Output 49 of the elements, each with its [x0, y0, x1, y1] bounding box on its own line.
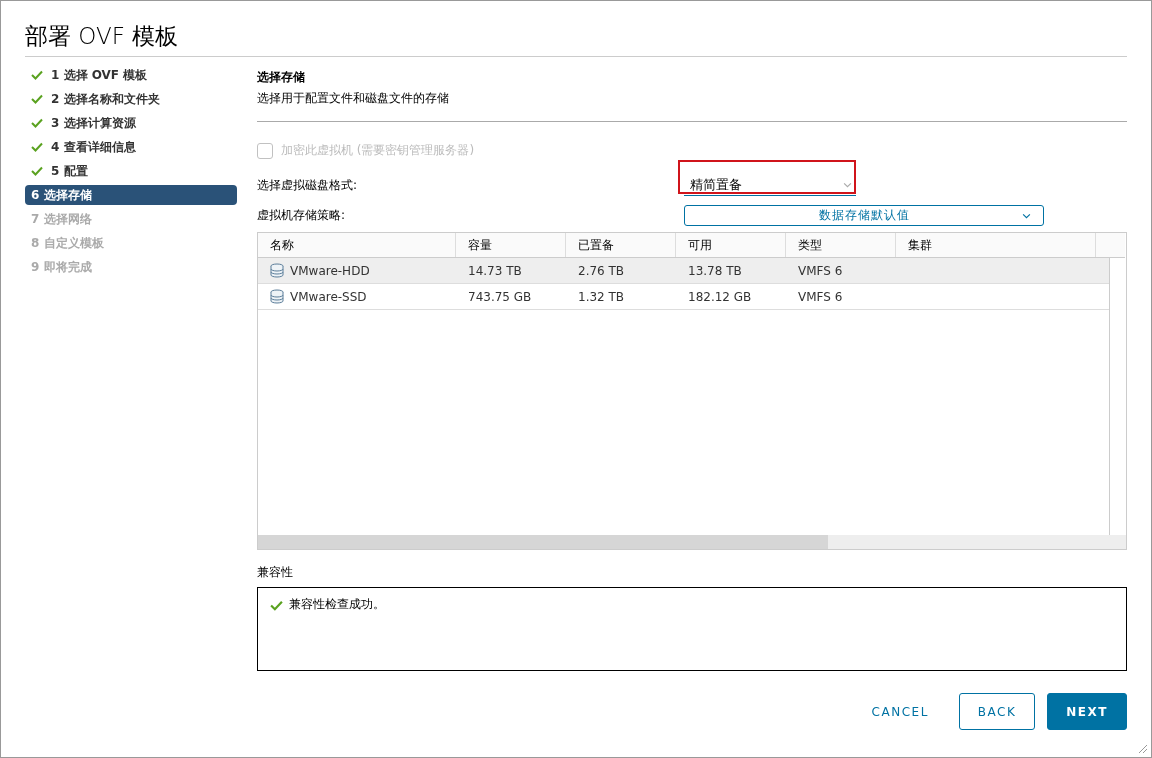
table-cell: 743.75 GB	[468, 289, 532, 304]
wizard-step[interactable]: 6 选择存储	[25, 185, 237, 205]
column-header[interactable]: 类型	[786, 233, 896, 257]
database-icon	[270, 289, 284, 304]
table-row[interactable]: VMware-HDD 14.73 TB 2.76 TB 13.78 TB VMFS 6	[258, 258, 1109, 284]
horizontal-scrollbar[interactable]	[258, 535, 1126, 549]
check-icon	[31, 142, 43, 152]
database-icon	[270, 263, 284, 278]
column-header[interactable]: 可用	[676, 233, 786, 257]
table-cell: 2.76 TB	[578, 263, 625, 278]
table-cell: VMFS 6	[798, 263, 843, 278]
check-icon	[31, 118, 43, 128]
next-button[interactable]: NEXT	[1047, 693, 1127, 730]
wizard-step[interactable]: 2 选择名称和文件夹	[25, 89, 237, 109]
wizard-step[interactable]: 1 选择 OVF 模板	[25, 65, 237, 85]
column-header[interactable]: 容量	[456, 233, 566, 257]
table-cell: 1.32 TB	[578, 289, 625, 304]
table-cell: VMware-SSD	[290, 289, 367, 304]
field-label: 选择虚拟磁盘格式:	[257, 176, 359, 194]
page-heading: 选择存储	[257, 69, 306, 86]
cancel-button[interactable]: CANCEL	[853, 693, 947, 730]
table-cell: VMFS 6	[798, 289, 843, 304]
table-cell: 14.73 TB	[468, 263, 522, 278]
column-header[interactable]: 集群	[896, 233, 1096, 257]
checkbox-label: 加密此虚拟机 (需要密钥管理服务器)	[281, 142, 475, 159]
check-icon	[31, 70, 43, 80]
check-icon	[31, 166, 43, 176]
wizard-step[interactable]: 4 查看详细信息	[25, 137, 237, 157]
table-cell: 13.78 TB	[688, 263, 742, 278]
column-header[interactable]: 名称	[258, 233, 456, 257]
section-label: 兼容性	[257, 564, 294, 581]
storage-policy-select[interactable]: 数据存储默认值	[684, 205, 1044, 226]
wizard-step[interactable]: 5 配置	[25, 161, 237, 181]
window-title: 部署 OVF 模板	[25, 1, 1127, 57]
resize-grip-icon[interactable]	[1138, 744, 1148, 754]
page-description: 选择用于配置文件和磁盘文件的存储	[257, 90, 450, 107]
caret-icon	[843, 181, 852, 188]
table-cell: VMware-HDD	[290, 263, 370, 278]
check-icon	[31, 94, 43, 104]
table-row[interactable]: VMware-SSD 743.75 GB 1.32 TB 182.12 GB VMFS 6	[258, 284, 1109, 310]
column-header[interactable]: 已置备	[566, 233, 676, 257]
check-icon	[270, 600, 283, 611]
status-message: 兼容性检查成功。	[289, 596, 385, 613]
table-cell: 182.12 GB	[688, 289, 752, 304]
wizard-step[interactable]: 3 选择计算资源	[25, 113, 237, 133]
back-button[interactable]: BACK	[958, 693, 1036, 730]
field-label: 虚拟机存储策略:	[257, 207, 347, 224]
disk-format-select[interactable]: 精简置备	[684, 174, 856, 196]
caret-icon	[1022, 212, 1031, 219]
